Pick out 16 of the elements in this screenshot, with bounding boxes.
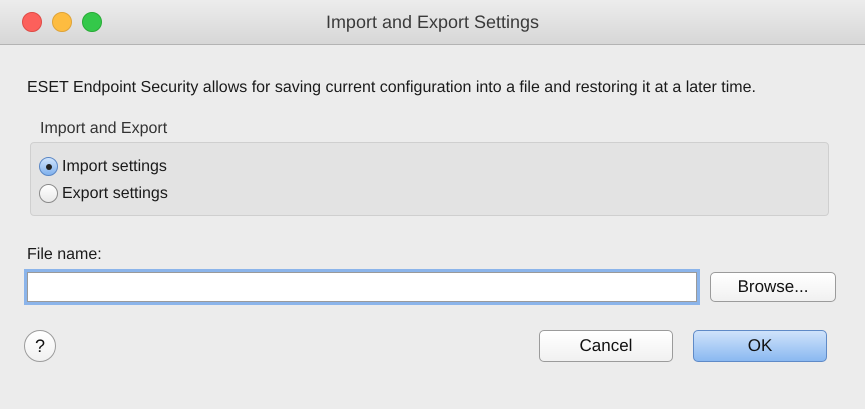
description-text: ESET Endpoint Security allows for saving current configuration into a file and restoring it at a later time.: [27, 78, 757, 98]
radio-label[interactable]: Export settings: [62, 184, 168, 202]
radio-button[interactable]: [39, 184, 58, 203]
dialog-button[interactable]: Cancel: [539, 330, 673, 362]
field-label: File name:: [27, 246, 102, 264]
minimize-button[interactable]: [52, 12, 72, 32]
window-title: Import and Export Settings: [326, 12, 540, 32]
group-label: Import and Export: [40, 120, 168, 138]
file-name-field[interactable]: [27, 272, 697, 302]
help-button[interactable]: ?: [24, 330, 56, 362]
dialog-button[interactable]: OK: [693, 330, 827, 362]
browse-button[interactable]: Browse...: [710, 272, 836, 302]
zoom-button[interactable]: [82, 12, 102, 32]
radio-label[interactable]: Import settings: [62, 158, 167, 176]
close-button[interactable]: [22, 12, 42, 32]
radio-button[interactable]: [39, 157, 58, 176]
